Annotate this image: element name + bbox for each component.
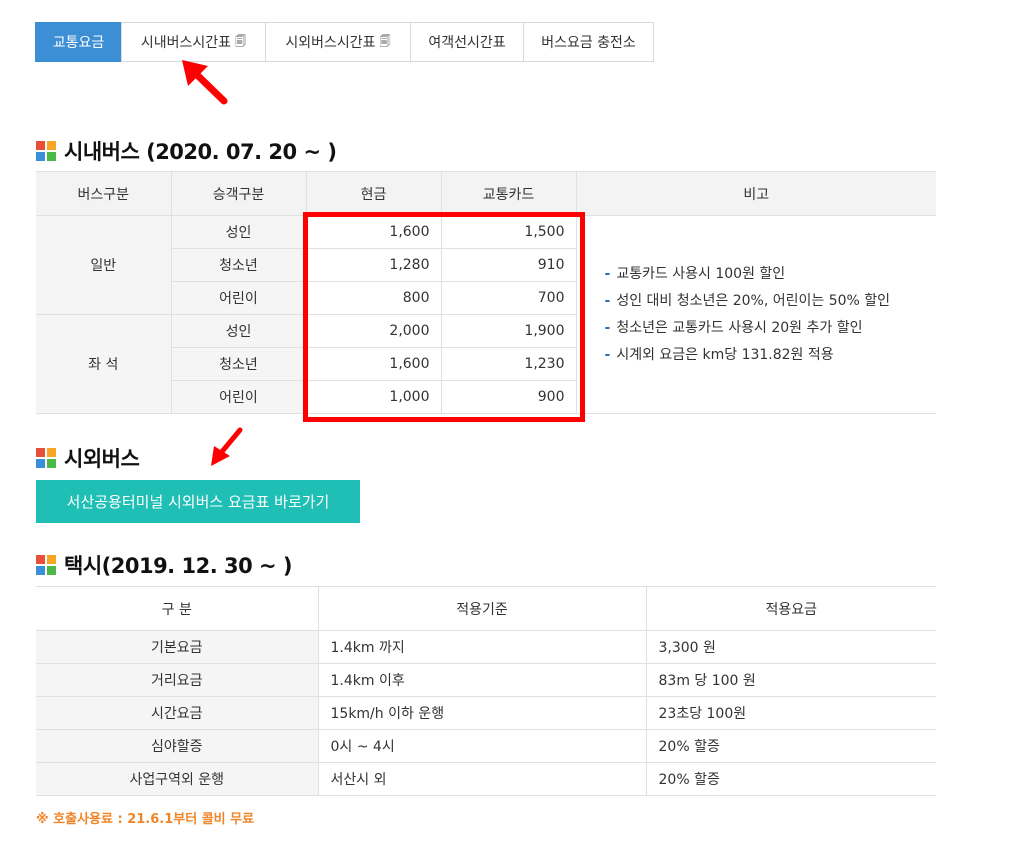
document-icon: 🗐 xyxy=(379,34,391,48)
notes-cell: 교통카드 사용시 100원 할인 성인 대비 청소년은 20%, 어린이는 50… xyxy=(575,215,937,414)
column-header: 적용기준 xyxy=(317,586,647,631)
passenger-type-cell: 성인 xyxy=(170,314,307,348)
taxi-fare-table: 구 분 적용기준 적용요금 기본요금 1.4km 까지 3,300 원 거리요금… xyxy=(36,586,936,796)
fare-category-cell: 사업구역외 운행 xyxy=(36,762,319,796)
section-bullet-icon xyxy=(36,141,56,161)
criteria-cell: 1.4km 까지 xyxy=(317,630,647,664)
fare-cell: 20% 할증 xyxy=(645,762,936,796)
fare-cell: 3,300 원 xyxy=(645,630,936,664)
tab-ferry-timetable[interactable]: 여객선시간표 xyxy=(410,22,524,62)
intercity-bus-title: 시외버스 xyxy=(36,443,140,473)
bus-type-cell: 일반 xyxy=(36,215,172,315)
criteria-cell: 1.4km 이후 xyxy=(317,663,647,697)
fare-category-cell: 기본요금 xyxy=(36,630,319,664)
taxi-title: 택시(2019. 12. 30 ~ ) xyxy=(36,550,293,580)
fare-cell: 20% 할증 xyxy=(645,729,936,763)
passenger-type-cell: 청소년 xyxy=(171,347,307,381)
tab-bus-charge-station[interactable]: 버스요금 충전소 xyxy=(523,22,654,62)
document-icon: 🗐 xyxy=(235,34,247,48)
fare-category-cell: 심야할증 xyxy=(36,729,319,763)
fare-category-cell: 시간요금 xyxy=(36,696,319,730)
column-header: 승객구분 xyxy=(170,171,307,216)
column-header: 교통카드 xyxy=(440,171,577,216)
column-header: 버스구분 xyxy=(36,171,172,216)
table-row: 사업구역외 운행 서산시 외 20% 할증 xyxy=(36,762,936,796)
section-bullet-icon xyxy=(36,448,56,468)
note-item: 청소년은 교통카드 사용시 20원 추가 할인 xyxy=(605,315,937,342)
criteria-cell: 서산시 외 xyxy=(317,762,647,796)
passenger-type-cell: 어린이 xyxy=(171,281,307,315)
column-header: 비고 xyxy=(575,171,936,216)
table-row: 기본요금 1.4km 까지 3,300 원 xyxy=(36,630,936,664)
city-bus-title: 시내버스 (2020. 07. 20 ~ ) xyxy=(36,136,337,166)
passenger-type-cell: 청소년 xyxy=(171,248,307,282)
criteria-cell: 15km/h 이하 운행 xyxy=(317,696,647,730)
table-row: 심야할증 0시 ~ 4시 20% 할증 xyxy=(36,729,936,763)
note-item: 시계외 요금은 km당 131.82원 적용 xyxy=(605,342,937,369)
footnote: ※ 호출사용료 : 21.6.1부터 콜비 무료 xyxy=(36,812,255,827)
fare-cell: 83m 당 100 원 xyxy=(645,663,936,697)
fare-cell: 23초당 100원 xyxy=(645,696,936,730)
table-header-row: 구 분 적용기준 적용요금 xyxy=(36,586,936,631)
note-item: 성인 대비 청소년은 20%, 어린이는 50% 할인 xyxy=(605,288,937,315)
table-row: 거리요금 1.4km 이후 83m 당 100 원 xyxy=(36,663,936,697)
highlight-box xyxy=(303,212,585,422)
red-arrow-icon xyxy=(211,427,243,466)
criteria-cell: 0시 ~ 4시 xyxy=(317,729,647,763)
column-header: 현금 xyxy=(305,171,442,216)
table-row: 시간요금 15km/h 이하 운행 23초당 100원 xyxy=(36,696,936,730)
tab-transport-fare[interactable]: 교통요금 xyxy=(35,22,122,62)
column-header: 적용요금 xyxy=(645,586,936,631)
tab-intercity-bus-timetable[interactable]: 시외버스시간표 🗐 xyxy=(265,22,411,62)
column-header: 구 분 xyxy=(36,586,319,631)
tab-bar: 교통요금 시내버스시간표 🗐 시외버스시간표 🗐 여객선시간표 버스요금 충전소 xyxy=(35,22,654,62)
section-bullet-icon xyxy=(36,555,56,575)
table-header-row: 버스구분 승객구분 현금 교통카드 비고 xyxy=(36,171,936,216)
passenger-type-cell: 어린이 xyxy=(171,380,307,414)
intercity-fare-link-button[interactable]: 서산공용터미널 시외버스 요금표 바로가기 xyxy=(36,480,360,523)
red-arrow-icon xyxy=(182,60,228,105)
passenger-type-cell: 성인 xyxy=(170,215,307,249)
bus-type-cell: 좌 석 xyxy=(36,314,172,414)
note-item: 교통카드 사용시 100원 할인 xyxy=(605,261,937,288)
fare-category-cell: 거리요금 xyxy=(36,663,319,697)
